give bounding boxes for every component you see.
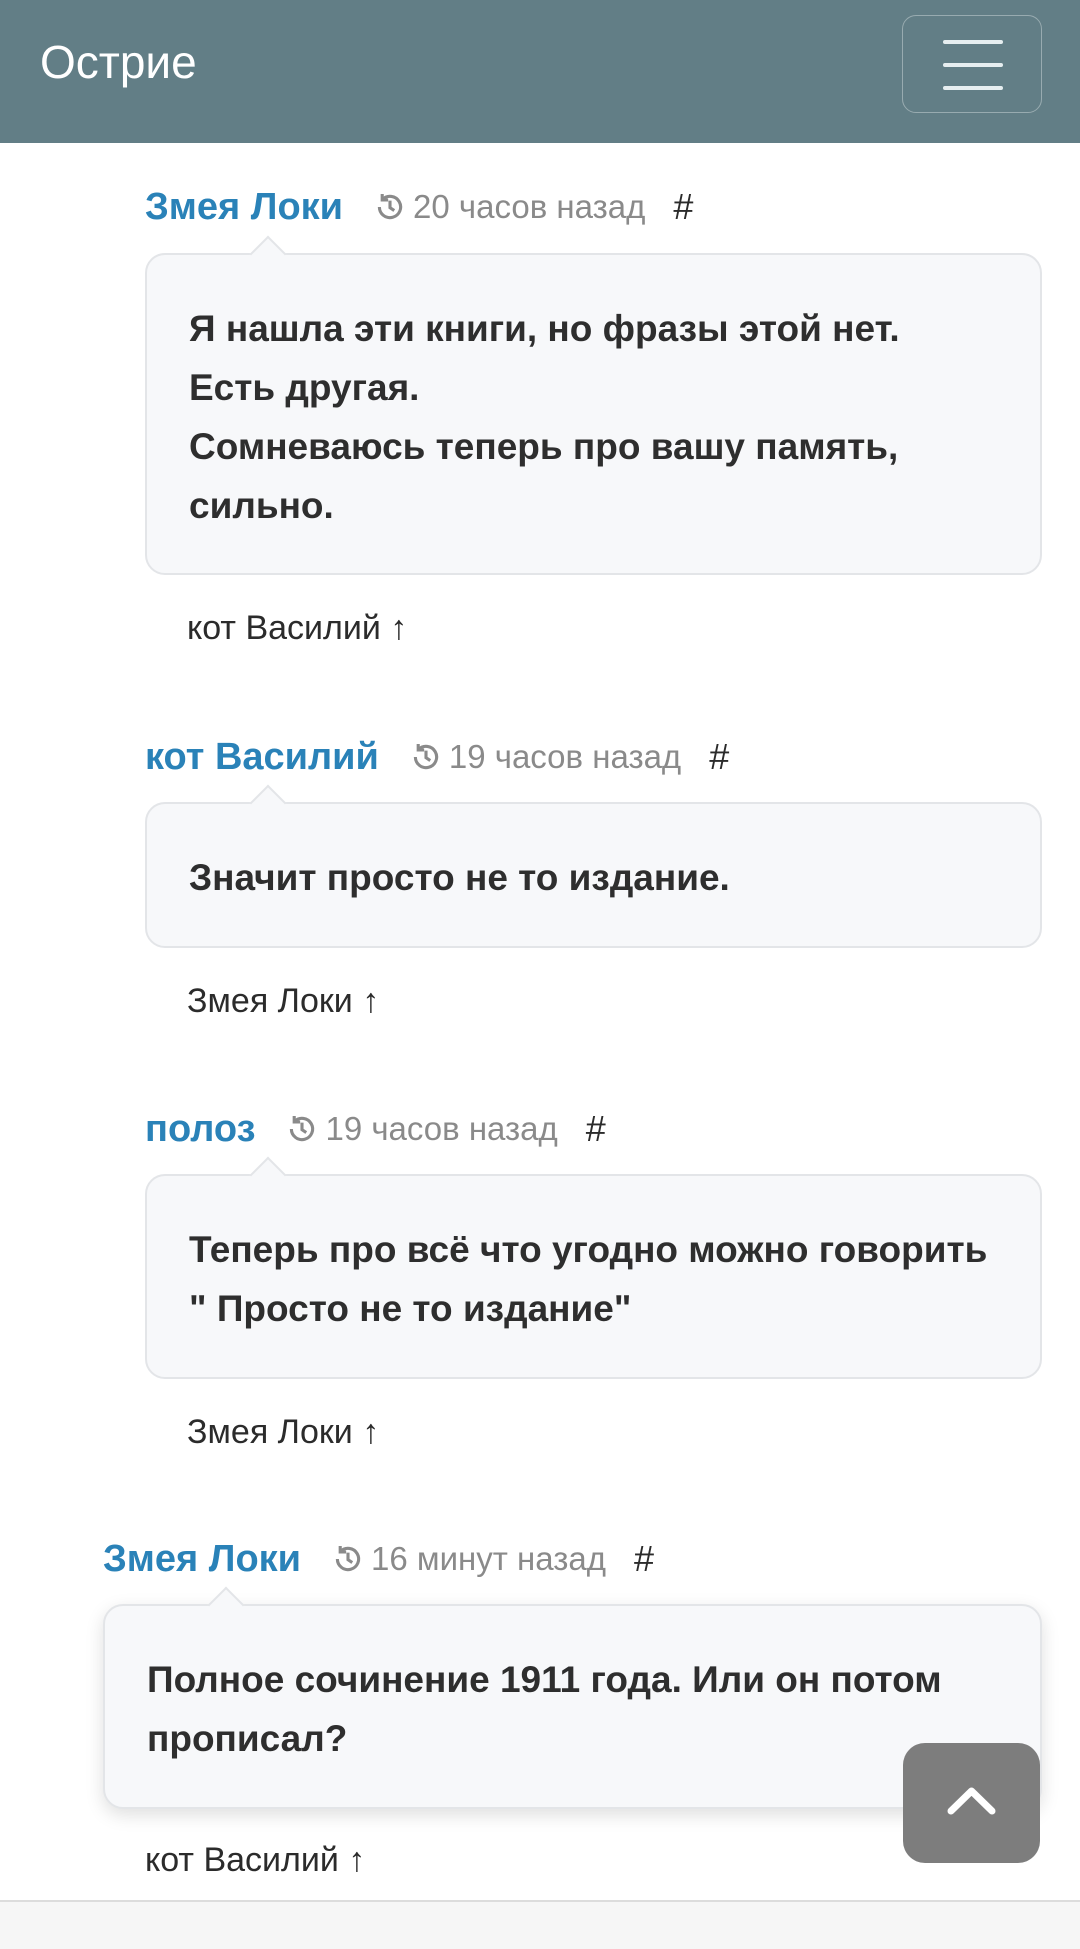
comment-author-link[interactable]: Змея Локи bbox=[145, 186, 343, 229]
comment-permalink[interactable]: # bbox=[709, 736, 729, 778]
comment-meta: Змея Локи 16 минут назад # bbox=[103, 1535, 654, 1583]
history-clock-icon bbox=[413, 743, 439, 770]
comment-meta: Змея Локи 20 часов назад # bbox=[145, 183, 693, 231]
reply-to-link[interactable]: Змея Локи ↑ bbox=[187, 982, 379, 1021]
comment-text: Я нашла эти книги, но фразы этой нет. Ес… bbox=[189, 308, 900, 526]
comment-permalink[interactable]: # bbox=[673, 186, 693, 228]
history-clock-icon bbox=[290, 1115, 315, 1142]
comment-text: Теперь про всё что угодно можно говорить… bbox=[189, 1229, 988, 1329]
comment-time: 20 часов назад bbox=[413, 188, 646, 225]
comment-bubble: Значит просто не то издание. bbox=[145, 802, 1042, 948]
comment-author-link[interactable]: Змея Локи bbox=[103, 1538, 301, 1581]
footer-divider bbox=[0, 1900, 1080, 1949]
comment-bubble: Я нашла эти книги, но фразы этой нет. Ес… bbox=[145, 253, 1042, 575]
history-clock-icon bbox=[335, 1545, 361, 1572]
comment-time: 19 часов назад bbox=[325, 1110, 558, 1147]
site-brand[interactable]: Острие bbox=[40, 34, 197, 90]
comment-meta: полоз 19 часов назад # bbox=[145, 1105, 606, 1153]
comment-meta: кот Василий 19 часов назад # bbox=[145, 733, 729, 781]
top-navbar: Острие bbox=[0, 0, 1080, 143]
comment-author-link[interactable]: полоз bbox=[145, 1108, 255, 1151]
comment-time: 19 часов назад bbox=[448, 738, 682, 775]
comment-permalink[interactable]: # bbox=[586, 1108, 606, 1150]
comment-bubble: Полное сочинение 1911 года. Или он потом… bbox=[103, 1604, 1042, 1809]
comment-permalink[interactable]: # bbox=[634, 1538, 654, 1580]
comment-text: Полное сочинение 1911 года. Или он потом… bbox=[147, 1659, 942, 1759]
chevron-up-icon bbox=[947, 1787, 996, 1815]
comment-text: Значит просто не то издание. bbox=[189, 857, 730, 898]
reply-to-link[interactable]: кот Василий ↑ bbox=[145, 1841, 365, 1880]
hamburger-menu-button[interactable] bbox=[902, 15, 1042, 113]
history-clock-icon bbox=[377, 193, 403, 220]
comment-author-link[interactable]: кот Василий bbox=[145, 736, 379, 779]
scroll-to-top-button[interactable] bbox=[903, 1743, 1040, 1863]
reply-to-link[interactable]: Змея Локи ↑ bbox=[187, 1413, 379, 1452]
comment-bubble: Теперь про всё что угодно можно говорить… bbox=[145, 1174, 1042, 1379]
reply-to-link[interactable]: кот Василий ↑ bbox=[187, 609, 407, 648]
comment-time: 16 минут назад bbox=[371, 1540, 606, 1577]
